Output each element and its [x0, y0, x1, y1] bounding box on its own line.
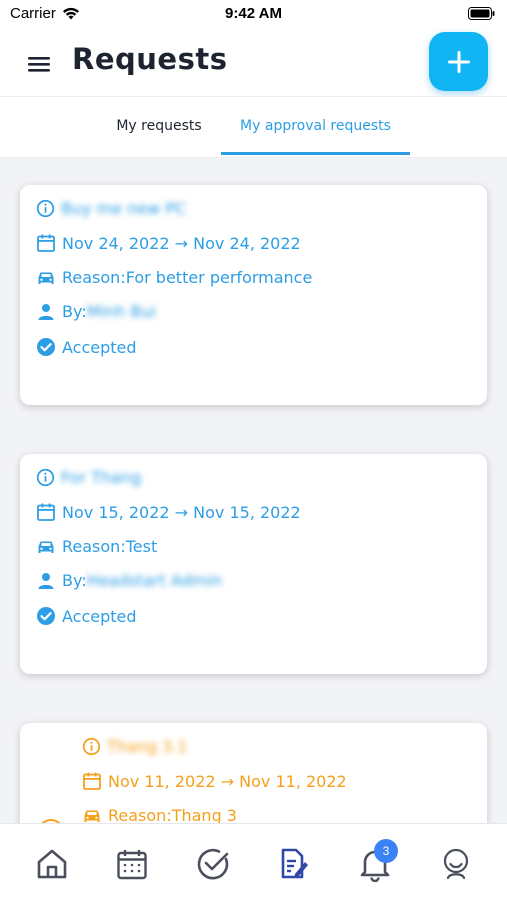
request-reason: For better performance — [125, 268, 313, 287]
request-status-row: Accepted — [36, 337, 137, 357]
check-circle-icon — [197, 848, 229, 880]
by-prefix: By: — [62, 302, 87, 321]
add-request-button[interactable] — [429, 32, 488, 91]
reason-prefix: Reason: — [62, 537, 126, 556]
car-icon — [84, 810, 100, 822]
request-by-row: By: Headstart Admin — [36, 571, 222, 590]
calendar-icon — [117, 850, 147, 880]
nav-home[interactable] — [32, 844, 72, 884]
tab-my-approval-requests[interactable]: My approval requests — [221, 97, 410, 155]
request-title-row: Thang 3.1 — [82, 737, 188, 756]
request-by-row: By: Minh Bui — [36, 302, 156, 321]
calendar-icon — [37, 234, 55, 252]
home-icon — [37, 849, 67, 879]
request-status-row: Accepted — [36, 606, 137, 626]
car-icon — [38, 541, 54, 553]
active-tab-indicator — [221, 152, 410, 155]
request-title-row: For Thang — [36, 468, 141, 487]
request-date-range: Nov 24, 2022 → Nov 24, 2022 — [62, 233, 301, 253]
bottom-navigation: 3 — [0, 823, 507, 901]
requests-icon — [281, 848, 308, 879]
notification-badge: 3 — [374, 839, 398, 863]
request-title-row: Buy me new PC — [36, 199, 186, 218]
request-requester: Minh Bui — [86, 302, 156, 321]
request-date-range: Nov 11, 2022 → Nov 11, 2022 — [108, 771, 347, 791]
request-list[interactable]: Buy me new PC Nov 24, 2022 → Nov 24, 202… — [0, 157, 507, 823]
request-reason-row: Reason: For better performance — [36, 268, 312, 287]
by-prefix: By: — [62, 571, 87, 590]
request-status: Accepted — [62, 337, 137, 357]
request-card[interactable]: Thang 3.1 Nov 11, 2022 → Nov 11, 2022 Re… — [20, 723, 487, 823]
plus-icon — [447, 50, 470, 73]
request-status: Accepted — [62, 606, 137, 626]
request-date-row: Nov 11, 2022 → Nov 11, 2022 — [82, 771, 347, 791]
request-date-range: Nov 15, 2022 → Nov 15, 2022 — [62, 502, 301, 522]
hamburger-icon — [28, 57, 50, 72]
nav-tasks[interactable] — [193, 844, 233, 884]
status-time: 9:42 AM — [225, 5, 282, 22]
app-header: Requests — [0, 28, 507, 96]
calendar-icon — [37, 503, 55, 521]
request-date-row: Nov 24, 2022 → Nov 24, 2022 — [36, 233, 301, 253]
request-title: For Thang — [61, 468, 142, 487]
tab-my-requests[interactable]: My requests — [98, 97, 220, 155]
request-reason: Test — [125, 537, 158, 556]
request-reason: Thang 3 — [171, 806, 237, 823]
reason-prefix: Reason: — [108, 806, 172, 823]
car-icon — [38, 272, 54, 284]
nav-requests[interactable] — [273, 844, 313, 884]
request-reason-row: Reason: Test — [36, 537, 157, 556]
profile-icon — [443, 848, 469, 880]
person-icon — [38, 303, 54, 320]
info-icon — [82, 737, 101, 756]
page-title: Requests — [72, 42, 228, 76]
menu-button[interactable] — [27, 54, 53, 74]
request-requester: Headstart Admin — [86, 571, 222, 590]
check-circle-icon — [37, 338, 55, 356]
battery-icon — [468, 7, 495, 24]
request-card[interactable]: For Thang Nov 15, 2022 → Nov 15, 2022 Re… — [20, 454, 487, 674]
reason-prefix: Reason: — [62, 268, 126, 287]
info-icon — [36, 468, 55, 487]
request-title: Thang 3.1 — [107, 737, 188, 756]
info-icon — [36, 199, 55, 218]
request-reason-row: Reason: Thang 3 — [82, 806, 237, 823]
nav-profile[interactable] — [436, 844, 476, 884]
status-bar: Carrier 9:42 AM — [0, 0, 507, 28]
request-tabs: My requests My approval requests — [0, 96, 507, 158]
check-circle-icon — [37, 607, 55, 625]
calendar-icon — [83, 772, 101, 790]
request-date-row: Nov 15, 2022 → Nov 15, 2022 — [36, 502, 301, 522]
person-icon — [38, 572, 54, 589]
request-title: Buy me new PC — [61, 199, 187, 218]
request-card[interactable]: Buy me new PC Nov 24, 2022 → Nov 24, 202… — [20, 185, 487, 405]
nav-calendar[interactable] — [112, 844, 152, 884]
